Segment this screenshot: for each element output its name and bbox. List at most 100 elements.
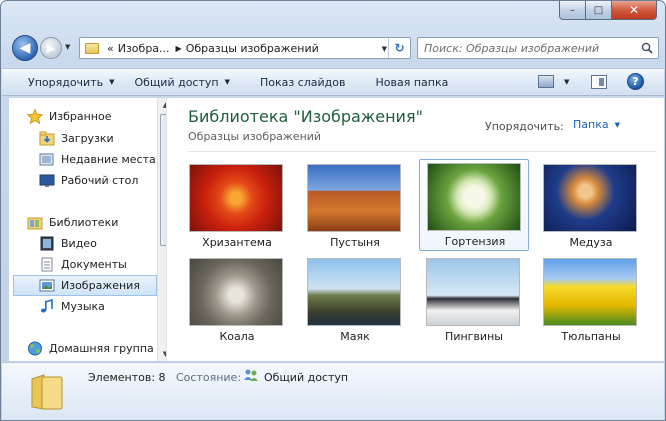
chevron-down-icon: ▼ (614, 120, 620, 129)
chevron-down-icon: ▼ (224, 78, 230, 86)
penguins-photo (426, 258, 520, 326)
scroll-thumb[interactable] (160, 114, 166, 246)
koala-photo (189, 258, 283, 326)
breadcrumb-pictures[interactable]: Изобра... (118, 42, 170, 55)
desert-photo (307, 164, 401, 232)
file-item[interactable]: Пингвины (419, 255, 529, 347)
file-item[interactable]: Тюльпаны (536, 255, 646, 347)
sidebar-item-video[interactable]: Видео (39, 233, 166, 254)
file-item[interactable]: Пустыня (300, 161, 410, 253)
share-button[interactable]: Общий доступ ▼ (135, 76, 230, 89)
file-list-area: Библиотека "Изображения" Образцы изображ… (167, 98, 664, 361)
chrysanthemum-photo (189, 164, 283, 232)
pictures-icon (39, 279, 55, 292)
folder-icon (85, 42, 99, 54)
star-icon (27, 109, 43, 124)
details-pane: Элементов: 8 Состояние: Общий доступ (2, 362, 664, 420)
navigation-pane: Избранное Загрузки Недавние места Рабочи… (9, 98, 167, 361)
jellyfish-photo (543, 164, 637, 232)
file-name: Тюльпаны (561, 330, 621, 343)
arrange-by-value: Папка (573, 118, 609, 131)
forward-arrow-icon: ▶ (46, 41, 56, 55)
file-item[interactable]: Хризантема (182, 161, 292, 253)
address-bar[interactable]: « Изобра... ▶ Образцы изображений ▼ ↻ (79, 37, 411, 59)
sidebar-item-favorites[interactable]: Избранное (27, 106, 166, 127)
desktop-icon (39, 174, 55, 187)
sidebar-item-homegroup[interactable]: Домашняя группа (27, 338, 166, 359)
recent-places-icon (39, 153, 54, 166)
refresh-icon: ↻ (394, 41, 405, 55)
downloads-folder-icon (39, 131, 55, 146)
view-icon (538, 75, 554, 88)
file-item[interactable]: Коала (182, 255, 292, 347)
maximize-icon: □ (593, 4, 604, 16)
arrange-by-label: Упорядочить: (485, 120, 564, 133)
arrange-by-dropdown[interactable]: Папка ▼ (573, 118, 620, 131)
minimize-icon: – (570, 4, 575, 16)
sidebar-item-libraries[interactable]: Библиотеки (27, 212, 166, 233)
file-name: Хризантема (202, 236, 272, 249)
new-folder-button[interactable]: Новая папка (376, 76, 449, 89)
close-button[interactable]: ✕ (612, 1, 657, 20)
back-button[interactable]: ◀ (12, 35, 38, 61)
video-icon (40, 236, 54, 251)
scroll-up-button[interactable]: ▲ (158, 98, 166, 112)
sidebar-item-label: Изображения (61, 279, 140, 292)
refresh-button[interactable]: ↻ (388, 38, 410, 58)
sidebar-item-label: Документы (61, 258, 127, 271)
back-arrow-icon: ◀ (19, 40, 31, 56)
breadcrumb-separator-icon[interactable]: ▶ (176, 44, 182, 53)
libraries-icon (27, 217, 43, 230)
share-label: Общий доступ (134, 75, 219, 89)
sidebar-item-label: Недавние места (61, 153, 156, 166)
share-state-value: Общий доступ (264, 371, 349, 384)
sidebar-item-label: Загрузки (61, 132, 114, 145)
organize-label: Упорядочить (28, 75, 104, 89)
sidebar-item-label: Видео (61, 237, 97, 250)
maximize-button[interactable]: □ (586, 1, 612, 20)
caption-buttons: – □ ✕ (559, 1, 657, 20)
file-item[interactable]: Маяк (300, 255, 410, 347)
search-input[interactable] (424, 41, 634, 55)
preview-pane-icon[interactable] (591, 75, 607, 89)
breadcrumb-sample-pictures[interactable]: Образцы изображений (186, 42, 319, 55)
explorer-window: – □ ✕ ◀ ▶ ▼ « Изобра... ▶ Образцы изобра… (0, 0, 666, 421)
help-icon[interactable]: ? (627, 73, 644, 90)
sidebar-item-downloads[interactable]: Загрузки (39, 128, 166, 149)
homegroup-icon (28, 341, 42, 356)
address-overflow-button[interactable]: « (107, 42, 114, 55)
file-name: Медуза (569, 236, 613, 249)
sidebar-item-music[interactable]: Музыка (39, 296, 166, 317)
search-box[interactable] (417, 37, 659, 59)
file-name: Гортензия (444, 235, 506, 248)
share-state-label: Состояние: (176, 371, 242, 384)
organize-button[interactable]: Упорядочить ▼ (28, 76, 115, 89)
sidebar-item-recent-places[interactable]: Недавние места (39, 149, 166, 170)
file-item-selected[interactable]: Гортензия (419, 159, 529, 251)
change-view-button[interactable]: ▼ (538, 75, 569, 88)
sidebar-item-label: Домашняя группа (49, 342, 154, 355)
file-name: Маяк (340, 330, 370, 343)
scroll-down-button[interactable]: ▼ (158, 347, 166, 361)
chevron-down-icon: ▼ (564, 77, 570, 86)
shared-users-icon (244, 369, 258, 381)
chevron-down-icon: ▼ (109, 78, 115, 86)
minimize-button[interactable]: – (559, 1, 586, 20)
file-name: Коала (219, 330, 255, 343)
lighthouse-photo (307, 258, 401, 326)
header-divider (187, 151, 657, 152)
address-dropdown[interactable]: ▼ (382, 45, 387, 53)
forward-button[interactable]: ▶ (40, 37, 62, 59)
slideshow-button[interactable]: Показ слайдов (260, 76, 346, 89)
recent-pages-dropdown[interactable]: ▼ (65, 43, 70, 51)
navigation-scrollbar[interactable]: ▲ ▼ (157, 98, 166, 361)
library-folder-icon (31, 374, 63, 410)
sidebar-item-desktop[interactable]: Рабочий стол (39, 170, 166, 191)
file-item[interactable]: Медуза (536, 161, 646, 253)
close-icon: ✕ (628, 3, 640, 17)
sidebar-item-documents[interactable]: Документы (39, 254, 166, 275)
search-icon[interactable] (641, 42, 653, 54)
command-bar: Упорядочить ▼ Общий доступ ▼ Показ слайдов… (2, 68, 664, 96)
library-title: Библиотека "Изображения" (188, 107, 423, 126)
sidebar-item-pictures[interactable]: Изображения (13, 275, 157, 296)
